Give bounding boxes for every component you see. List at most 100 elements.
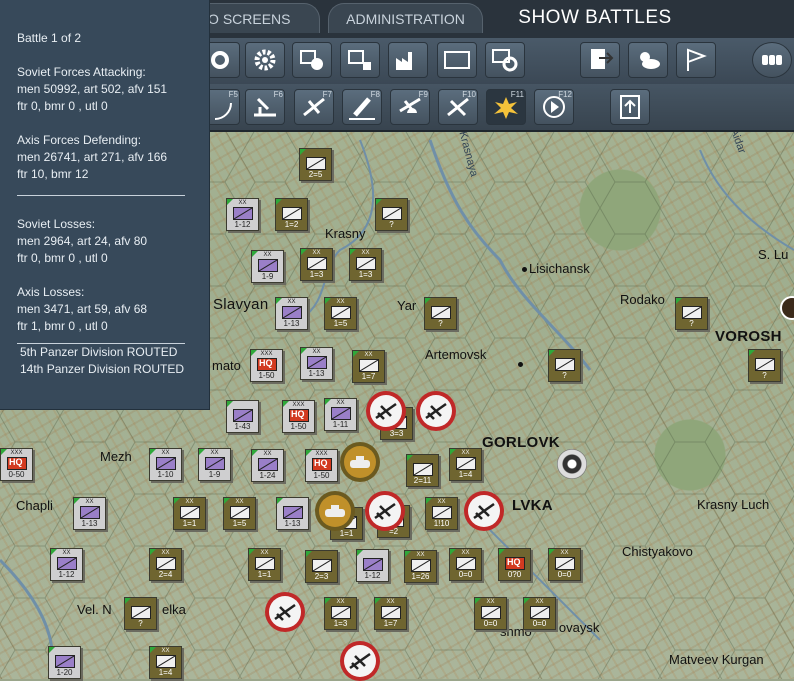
soviet-unit-counter[interactable]: XX 1-9	[251, 250, 284, 283]
fighter-unit-icon[interactable]	[265, 592, 305, 632]
bombing-icon[interactable]: F8	[342, 89, 382, 125]
fighter-unit-icon[interactable]	[416, 391, 456, 431]
overlay-toggle-icon[interactable]	[292, 42, 332, 78]
soviet-unit-counter[interactable]: XX 1-9	[198, 448, 231, 481]
axis-unit-counter[interactable]: XX 0=0	[548, 548, 581, 581]
soviet-unit-counter[interactable]: 1-12	[356, 549, 389, 582]
unit-strength-label: 1-13	[283, 319, 300, 328]
unit-symbol-icon	[282, 207, 302, 220]
soviet-unit-counter[interactable]: XX 1-13	[275, 297, 308, 330]
unit-symbol-icon	[456, 557, 476, 570]
airdrop-icon[interactable]: F9	[390, 89, 430, 125]
artillery-icon[interactable]: F6	[245, 89, 285, 125]
axis-unit-counter[interactable]: XX 0=0	[449, 548, 482, 581]
axis-unit-counter[interactable]: XX 1=7	[374, 597, 407, 630]
fighter-unit-icon[interactable]	[366, 391, 406, 431]
attack-title: Soviet Forces Attacking:	[17, 65, 146, 79]
unit-symbol-icon	[205, 457, 225, 470]
unit-symbol-icon	[282, 306, 302, 319]
axis-unit-counter[interactable]: XX 1=1	[173, 497, 206, 530]
axis-unit-counter[interactable]: ?	[748, 349, 781, 382]
axis-unit-counter[interactable]: XX 1=4	[449, 448, 482, 481]
axis-unit-counter[interactable]: XX 0=0	[474, 597, 507, 630]
soviet-unit-counter[interactable]: XX 1-13	[73, 497, 106, 530]
fighter-unit-icon[interactable]	[340, 641, 380, 681]
axis-unit-counter[interactable]: XX 1=3	[300, 248, 333, 281]
axis-unit-counter[interactable]: XX 1=7	[352, 350, 385, 383]
axis-unit-counter[interactable]: 2=11	[406, 454, 439, 487]
fighter-unit-icon[interactable]	[365, 491, 405, 531]
unit-strength-label: 1-12	[364, 571, 381, 580]
tab-administration[interactable]: ADMINISTRATION	[328, 3, 483, 33]
soviet-unit-counter[interactable]: 1-43	[226, 400, 259, 433]
axis-unit-counter[interactable]: XX 1=1	[248, 548, 281, 581]
soviet-unit-counter[interactable]: XX 1-11	[324, 398, 357, 431]
frame-icon[interactable]	[437, 42, 477, 78]
soviet-unit-counter[interactable]: XX 1-12	[226, 198, 259, 231]
soviet-unit-counter[interactable]: XXX HQ 1-50	[250, 349, 283, 382]
axis-unit-counter[interactable]: XX 1=5	[223, 497, 256, 530]
production-icon[interactable]	[388, 42, 428, 78]
air-recon-icon[interactable]: F7	[294, 89, 334, 125]
tab-show-battles[interactable]: SHOW BATTLES	[495, 3, 695, 33]
gear-icon[interactable]	[245, 42, 285, 78]
axis-unit-counter[interactable]: 2=5	[299, 148, 332, 181]
attack-line-1: men 50992, art 502, afv 151	[17, 82, 168, 96]
reports-icon[interactable]	[340, 42, 380, 78]
unit-symbol-icon	[359, 359, 379, 372]
axis-unit-counter[interactable]: XX 1!10	[425, 497, 458, 530]
soviet-unit-counter[interactable]: XX 1-10	[149, 448, 182, 481]
unit-strength-label: 1!10	[433, 519, 450, 528]
tank-unit-icon[interactable]	[340, 442, 380, 482]
axis-unit-counter[interactable]: ?	[675, 297, 708, 330]
fighter-unit-icon[interactable]	[464, 491, 504, 531]
axis-unit-counter[interactable]: XX 1=3	[349, 248, 382, 281]
status-flag-icon	[357, 550, 363, 556]
soviet-unit-counter[interactable]: XX 1-12	[50, 548, 83, 581]
status-flag-icon	[300, 149, 306, 155]
soviet-unit-counter[interactable]: XXX HQ 1-50	[305, 449, 338, 482]
battle-marker-icon[interactable]	[557, 449, 587, 479]
soviet-unit-counter[interactable]: XXX HQ 0-50	[0, 448, 33, 481]
axis-unit-counter[interactable]: XX 2=4	[149, 548, 182, 581]
axis-unit-counter[interactable]: XX 1=26	[404, 550, 437, 583]
upload-icon[interactable]	[610, 89, 650, 125]
soviet-unit-counter[interactable]: XX 1-24	[251, 449, 284, 482]
axis-unit-counter[interactable]: XX 1=5	[324, 297, 357, 330]
soviet-unit-counter[interactable]: 1-13	[276, 497, 309, 530]
status-flag-icon	[407, 455, 413, 461]
unit-size-label: XX	[263, 451, 272, 457]
unit-strength-label: 0=0	[557, 570, 572, 579]
axis-unit-counter[interactable]: HQ 0?0	[498, 548, 531, 581]
axis-unit-counter[interactable]: ?	[424, 297, 457, 330]
unit-strength-label: ?	[389, 220, 394, 229]
soviet-unit-counter[interactable]: XX 1-13	[300, 347, 333, 380]
interdiction-icon[interactable]: F10	[438, 89, 478, 125]
unit-size-label: XX	[210, 450, 219, 456]
axis-unit-counter[interactable]: XX 1=3	[324, 597, 357, 630]
status-flag-icon	[277, 498, 283, 504]
axis-unit-counter[interactable]: XX 0=0	[523, 597, 556, 630]
soviet-unit-counter[interactable]: XXX HQ 1-50	[282, 400, 315, 433]
soviet-unit-counter[interactable]: 1-20	[48, 646, 81, 679]
unit-symbol-icon	[381, 606, 401, 619]
unit-symbol-icon	[233, 207, 253, 220]
end-turn-icon[interactable]	[580, 42, 620, 78]
axis-unit-counter[interactable]: 2=3	[305, 550, 338, 583]
flag-icon[interactable]	[676, 42, 716, 78]
axis-unit-counter[interactable]: ?	[375, 198, 408, 231]
unit-symbol-icon	[307, 257, 327, 270]
battles-icon[interactable]: F11	[486, 89, 526, 125]
axis-unit-counter[interactable]: ?	[548, 349, 581, 382]
axis-unit-counter[interactable]: ?	[124, 597, 157, 630]
axis-unit-counter[interactable]: XX 1=4	[149, 646, 182, 679]
place-artemovsk: Artemovsk	[425, 347, 487, 362]
tank-unit-icon[interactable]	[315, 491, 355, 531]
place-mato: mato	[212, 358, 241, 373]
axis-unit-counter[interactable]: 1=2	[275, 198, 308, 231]
display-settings-icon[interactable]	[485, 42, 525, 78]
unit-strength-label: 1=4	[158, 668, 173, 677]
weather-icon[interactable]	[628, 42, 668, 78]
next-icon[interactable]: F12	[534, 89, 574, 125]
menu-icon[interactable]	[752, 42, 792, 78]
